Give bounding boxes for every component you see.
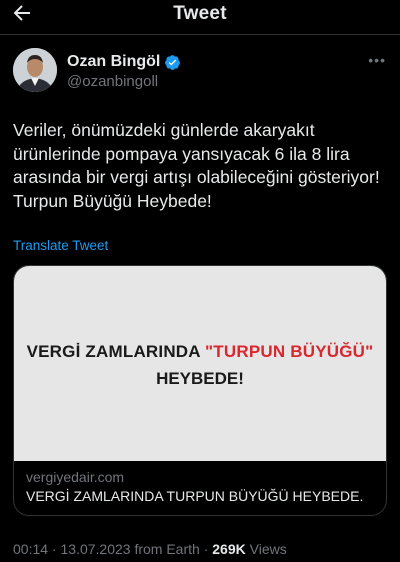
tweet-metadata: 00:14 · 13.07.2023 from Earth · 269K Vie…: [13, 541, 287, 557]
tweet-date-source[interactable]: 13.07.2023 from Earth: [61, 541, 200, 557]
card-domain: vergiyedair.com: [26, 469, 125, 485]
author-handle[interactable]: @ozanbingoll: [67, 73, 158, 90]
link-preview-card[interactable]: VERGİ ZAMLARINDA "TURPUN BÜYÜĞÜ" HEYBEDE…: [13, 265, 387, 516]
meta-separator: ·: [199, 541, 213, 557]
translate-tweet-link[interactable]: Translate Tweet: [13, 238, 108, 253]
card-image-text-line2: HEYBEDE!: [156, 369, 244, 388]
header-divider: [0, 34, 400, 35]
author-name[interactable]: Ozan Bingöl: [67, 53, 160, 71]
verified-badge-icon: [165, 54, 181, 70]
more-horizontal-icon[interactable]: •••: [368, 52, 386, 68]
card-title: VERGİ ZAMLARINDA TURPUN BÜYÜĞÜ HEYBEDE.: [26, 488, 364, 504]
page-title: Tweet: [173, 3, 227, 24]
avatar[interactable]: [13, 48, 57, 92]
card-image-text-highlight: "TURPUN BÜYÜĞÜ": [205, 342, 374, 361]
author-name-row: Ozan Bingöl: [67, 53, 181, 71]
top-bar: Tweet: [0, 0, 400, 28]
views-label: Views: [245, 541, 287, 557]
tweet-time[interactable]: 00:14: [13, 541, 48, 557]
avatar-image: [13, 48, 57, 92]
tweet-text: Veriler, önümüzdeki günlerde akaryakıt ü…: [13, 120, 380, 211]
card-image-headline: VERGİ ZAMLARINDA "TURPUN BÜYÜĞÜ": [14, 342, 386, 362]
card-image-text-prefix: VERGİ ZAMLARINDA: [26, 342, 206, 361]
card-image: VERGİ ZAMLARINDA "TURPUN BÜYÜĞÜ" HEYBEDE…: [14, 266, 386, 461]
views-count: 269K: [212, 541, 246, 557]
meta-separator: ·: [48, 541, 61, 557]
